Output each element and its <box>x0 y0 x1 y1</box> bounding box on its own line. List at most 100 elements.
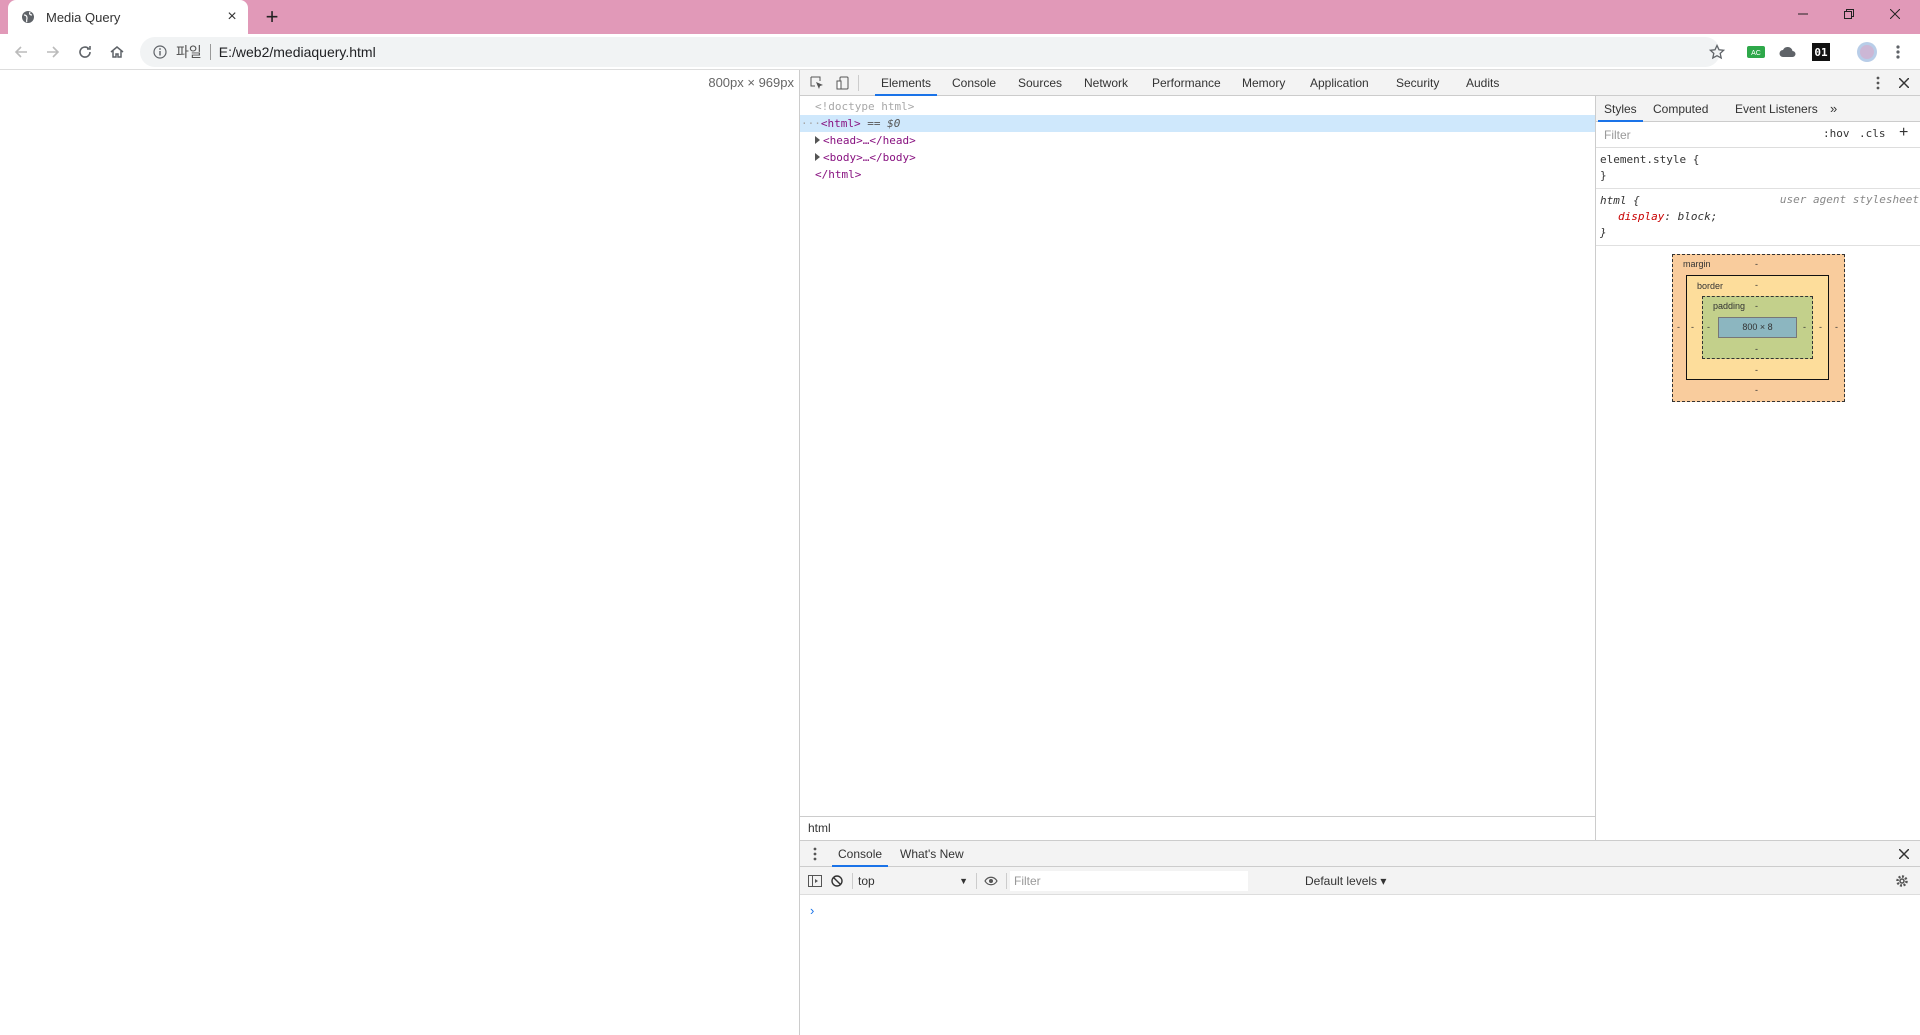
dom-node-html[interactable]: ···<html> == $0 <box>800 115 1595 132</box>
avatar[interactable] <box>1855 40 1879 64</box>
divider <box>858 75 859 91</box>
close-devtools-icon[interactable] <box>1895 74 1913 92</box>
dom-node-body[interactable]: <body>…</body> <box>800 149 1595 166</box>
inspect-element-icon[interactable] <box>808 74 826 92</box>
divider <box>1006 873 1007 889</box>
cls-toggle[interactable]: .cls <box>1859 127 1886 140</box>
tab-computed[interactable]: Computed <box>1647 96 1714 122</box>
forward-button[interactable] <box>41 40 65 64</box>
sidebar-toggle-icon[interactable] <box>806 872 824 890</box>
rule-close: } <box>1600 226 1607 239</box>
ellipsis-icon[interactable]: ··· <box>801 117 821 130</box>
content-box[interactable]: 800 × 8 <box>1718 317 1797 338</box>
star-icon[interactable] <box>1707 42 1727 62</box>
url-text[interactable]: E:/web2/mediaquery.html <box>219 44 376 60</box>
chevron-down-icon: ▼ <box>959 876 968 886</box>
dom-node-doctype[interactable]: <!doctype html> <box>800 98 1595 115</box>
scheme-label: 파일 <box>176 44 202 60</box>
dom-node-head[interactable]: <head>…</head> <box>800 132 1595 149</box>
element-style-selector[interactable]: element.style { <box>1600 152 1917 168</box>
clear-console-icon[interactable] <box>828 872 846 890</box>
device-toolbar-icon[interactable] <box>834 74 852 92</box>
restore-button[interactable] <box>1826 0 1872 28</box>
drawer-menu-icon[interactable] <box>806 845 824 863</box>
box-model-diagram: margin - - - - border - - - - padding - … <box>1672 254 1845 402</box>
viewport-dimensions: 800px × 969px <box>708 75 794 90</box>
divider <box>852 873 853 889</box>
styles-filter-input[interactable]: Filter <box>1604 128 1631 142</box>
log-levels-select[interactable]: Default levels ▾ <box>1305 873 1386 889</box>
elements-tree: <!doctype html> ···<html> == $0 <head>…<… <box>800 96 1595 816</box>
tab-application[interactable]: Application <box>1304 70 1375 96</box>
home-button[interactable] <box>105 40 129 64</box>
tab-elements[interactable]: Elements <box>875 70 938 96</box>
close-tab-icon[interactable]: × <box>224 9 240 25</box>
expand-triangle-icon[interactable] <box>815 153 820 161</box>
close-drawer-icon[interactable] <box>1895 845 1913 863</box>
cloud-extension-icon[interactable] <box>1778 42 1798 62</box>
drawer-tab-whats-new[interactable]: What's New <box>894 841 970 867</box>
css-property-value: block; <box>1677 210 1718 223</box>
border-top-value: - <box>1755 280 1758 290</box>
html-open-tag: <html> <box>820 117 861 130</box>
reload-button[interactable] <box>73 40 97 64</box>
browser-tab[interactable]: Media Query × <box>8 0 248 34</box>
tab-network[interactable]: Network <box>1078 70 1134 96</box>
padding-left-value: - <box>1707 322 1710 332</box>
devtools-panel: Elements Console Sources Network Perform… <box>799 70 1920 1035</box>
margin-left-value: - <box>1677 322 1680 332</box>
devtools-menu-icon[interactable] <box>1869 74 1887 92</box>
styles-tabbar: Styles Computed Event Listeners » <box>1596 96 1920 122</box>
binary-extension-icon[interactable]: 01 <box>1811 42 1831 62</box>
console-prompt[interactable]: › <box>810 903 814 918</box>
tab-sources[interactable]: Sources <box>1012 70 1068 96</box>
more-tabs-icon[interactable]: » <box>1824 96 1843 122</box>
tab-event-listeners[interactable]: Event Listeners <box>1729 96 1824 122</box>
padding-label: padding <box>1713 301 1746 311</box>
tab-memory[interactable]: Memory <box>1236 70 1291 96</box>
new-tab-button[interactable]: + <box>262 6 282 28</box>
extension-ac-icon[interactable]: AC <box>1746 42 1766 62</box>
content-size: 800 × 8 <box>1742 322 1773 332</box>
tab-title: Media Query <box>46 9 121 25</box>
new-rule-button[interactable]: + <box>1899 124 1908 142</box>
info-icon[interactable] <box>152 44 168 60</box>
html-close-tag: </html> <box>815 168 862 181</box>
tab-audits[interactable]: Audits <box>1460 70 1505 96</box>
rule-source: user agent stylesheet <box>1779 193 1919 206</box>
minimize-button[interactable] <box>1780 0 1826 28</box>
border-label: border <box>1697 281 1724 291</box>
padding-bottom-value: - <box>1755 344 1758 354</box>
padding-top-value: - <box>1755 301 1758 311</box>
globe-icon <box>20 9 36 25</box>
border-bottom-value: - <box>1755 365 1758 375</box>
title-bar: Media Query × + <box>0 0 1920 34</box>
html-rule: html { user agent stylesheet display: bl… <box>1596 189 1920 246</box>
menu-icon[interactable] <box>1888 42 1908 62</box>
hov-toggle[interactable]: :hov <box>1823 127 1850 140</box>
expand-triangle-icon[interactable] <box>815 136 820 144</box>
console-drawer: Console What's New top ▼ Filter Default l… <box>800 840 1920 1035</box>
tab-styles[interactable]: Styles <box>1598 96 1643 122</box>
separator <box>209 44 211 60</box>
element-style-close: } <box>1600 169 1607 182</box>
divider <box>976 873 977 889</box>
tab-performance[interactable]: Performance <box>1146 70 1227 96</box>
context-value: top <box>858 874 875 888</box>
tab-console[interactable]: Console <box>946 70 1002 96</box>
drawer-tabbar: Console What's New <box>800 841 1920 867</box>
body-tag: <body>…</body> <box>823 151 916 164</box>
dom-node-html-close[interactable]: </html> <box>800 166 1595 183</box>
close-window-button[interactable] <box>1872 0 1918 28</box>
head-tag: <head>…</head> <box>823 134 916 147</box>
back-button[interactable] <box>9 40 33 64</box>
address-bar[interactable]: 파일 E:/web2/mediaquery.html <box>140 37 1720 67</box>
devtools-tabbar: Elements Console Sources Network Perform… <box>800 70 1920 96</box>
eye-icon[interactable] <box>982 872 1000 890</box>
drawer-tab-console[interactable]: Console <box>832 841 889 867</box>
breadcrumb-item-html[interactable]: html <box>808 821 831 835</box>
console-filter-input[interactable]: Filter <box>1010 871 1248 891</box>
tab-security[interactable]: Security <box>1390 70 1445 96</box>
gear-icon[interactable] <box>1893 872 1911 890</box>
context-select[interactable]: top ▼ <box>858 873 968 889</box>
